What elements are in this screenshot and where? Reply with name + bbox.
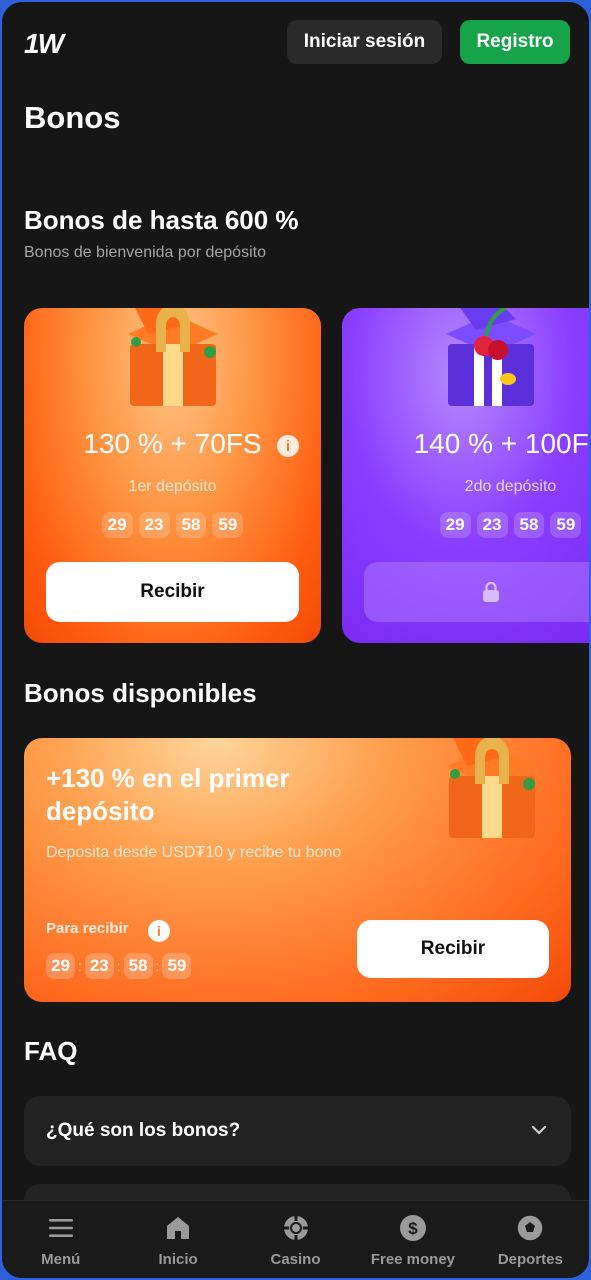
bottom-navigation: Menú Inicio Casino $ Free money Deportes bbox=[2, 1200, 589, 1278]
gift-box-icon bbox=[127, 308, 218, 406]
nav-casino[interactable]: Casino bbox=[237, 1201, 354, 1278]
timer-days: 29 bbox=[101, 512, 133, 538]
app-frame: 1W Iniciar sesión Registro Bonos Bonos d… bbox=[0, 0, 591, 1280]
info-icon[interactable]: i bbox=[148, 920, 170, 942]
welcome-bonus-title: Bonos de hasta 600 % bbox=[24, 205, 299, 235]
faq-question: ¿Qué son los bonos? bbox=[46, 1120, 241, 1141]
nav-menu[interactable]: Menú bbox=[2, 1201, 119, 1278]
timer-hours: 23 bbox=[84, 953, 114, 979]
login-button[interactable]: Iniciar sesión bbox=[287, 20, 442, 64]
header: 1W Iniciar sesión Registro bbox=[2, 2, 589, 84]
available-bonus-card[interactable]: +130 % en el primer depósito Deposita de… bbox=[24, 738, 571, 1002]
timer-seconds: 59 bbox=[162, 953, 192, 979]
nav-home[interactable]: Inicio bbox=[119, 1201, 236, 1278]
gift-box-icon bbox=[447, 738, 537, 838]
bonus-deposit-label: 2do depósito bbox=[464, 478, 557, 495]
nav-free-money[interactable]: $ Free money bbox=[354, 1201, 471, 1278]
timer-minutes: 58 bbox=[175, 512, 207, 538]
bonus-card-first-deposit[interactable]: 130 % + 70FS i 1er depósito 29 23 58 59 … bbox=[24, 308, 321, 643]
nav-label: Inicio bbox=[158, 1251, 198, 1268]
countdown-timer: 29 23 58 59 bbox=[342, 512, 589, 538]
locked-receive-button[interactable] bbox=[364, 562, 589, 622]
nav-label: Deportes bbox=[497, 1251, 563, 1268]
nav-label: Menú bbox=[41, 1251, 81, 1268]
lock-icon bbox=[482, 582, 499, 602]
para-recibir-label: Para recibir bbox=[46, 920, 129, 937]
timer-days: 29 bbox=[439, 512, 471, 538]
bonus-description: Deposita desde USD₮10 y recibe tu bono bbox=[46, 844, 342, 861]
nav-label: Free money bbox=[370, 1251, 456, 1268]
timer-seconds: 59 bbox=[550, 512, 582, 538]
soccer-ball-icon bbox=[516, 1214, 545, 1242]
timer-hours: 23 bbox=[138, 512, 170, 538]
bonus-headline: +130 % en el primer depósito bbox=[46, 763, 290, 826]
timer-seconds: 59 bbox=[212, 512, 244, 538]
info-icon[interactable]: i bbox=[277, 435, 299, 457]
faq-item[interactable]: ¿Qué son los bonos? bbox=[24, 1096, 571, 1166]
timer-minutes: 58 bbox=[513, 512, 545, 538]
receive-button[interactable]: Recibir bbox=[357, 920, 549, 978]
nav-sports[interactable]: Deportes bbox=[472, 1201, 589, 1278]
available-bonuses-title: Bonos disponibles bbox=[24, 678, 257, 708]
bonus-deposit-label: 1er depósito bbox=[128, 478, 217, 495]
welcome-bonus-subtitle: Bonos de bienvenida por depósito bbox=[24, 244, 266, 261]
receive-button[interactable]: Recibir bbox=[46, 562, 299, 622]
casino-chip-icon bbox=[283, 1216, 308, 1240]
dollar-coin-icon: $ bbox=[399, 1215, 426, 1241]
countdown-timer: 29: 23: 58: 59 bbox=[46, 953, 192, 979]
timer-hours: 23 bbox=[476, 512, 508, 538]
home-icon bbox=[167, 1217, 190, 1239]
brand-logo[interactable]: 1W bbox=[24, 28, 64, 60]
page-title: Bonos bbox=[24, 100, 121, 135]
timer-minutes: 58 bbox=[123, 953, 153, 979]
bonus-card-second-deposit[interactable]: 140 % + 100FS 2do depósito 29 23 58 59 bbox=[342, 308, 591, 643]
timer-days: 29 bbox=[46, 953, 75, 979]
svg-text:$: $ bbox=[408, 1219, 418, 1238]
faq-title: FAQ bbox=[24, 1036, 78, 1066]
register-button[interactable]: Registro bbox=[460, 20, 570, 64]
nav-label: Casino bbox=[270, 1251, 321, 1268]
menu-icon bbox=[48, 1219, 73, 1237]
bonus-amount: 140 % + 100FS bbox=[413, 428, 591, 459]
chevron-down-icon bbox=[531, 1125, 547, 1135]
slot-gift-box-icon bbox=[445, 308, 536, 406]
countdown-timer: 29 23 58 59 bbox=[24, 512, 321, 538]
